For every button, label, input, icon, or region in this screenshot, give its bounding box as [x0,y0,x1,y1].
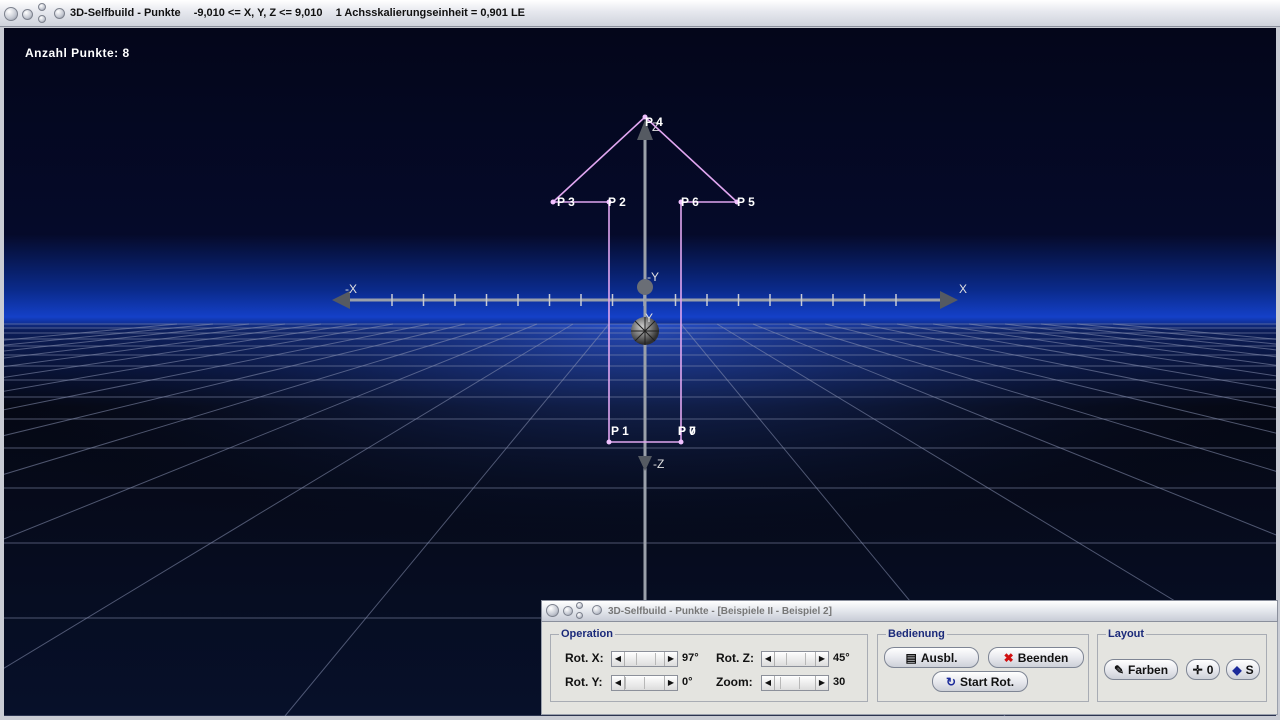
rot-y-value: 0° [682,676,693,688]
rot-x-label: Rot. X: [565,651,604,665]
beenden-button-label: Beenden [1017,650,1069,665]
x-pos-arrow-icon [940,291,958,309]
point-label-5: P 5 [737,195,755,209]
control-title-bar: 3D-Selfbuild - Punkte - [Beispiele II - … [541,600,1278,622]
s-button-label: S [1245,662,1254,677]
point-label-4: P 4 [645,115,663,129]
point-marker-1 [606,439,612,445]
zoom-left-arrow-icon[interactable]: ◀ [762,676,775,690]
maximize-orb-icon[interactable] [38,3,46,11]
zoom-value: 30 [833,676,846,688]
control-app-icon [592,605,602,615]
zoom-thumb[interactable] [780,677,800,689]
hide-icon: ▤ [905,650,917,665]
ausbl-button-label: Ausbl. [920,650,958,665]
y-neg-label: -Y [647,270,659,284]
zero-button[interactable]: ✛ 0 [1186,659,1220,680]
title-range: -9,010 <= X, Y, Z <= 9,010 [193,7,323,19]
title-scale: 1 Achsskalierungseinheit = 0,901 LE [335,7,526,19]
beenden-button[interactable]: ✖ Beenden [988,647,1084,668]
crosshair-icon: ✛ [1192,662,1203,677]
rot-x-slider[interactable]: ◀ ▶ [611,651,678,667]
control-panel: Operation Rot. X: ◀ ▶ 97° Rot. Y: ◀ ▶ 0°… [541,622,1278,715]
s-button[interactable]: ◆ S [1226,659,1260,680]
rot-x-thumb[interactable] [636,653,656,665]
point-count-label: Anzahl Punkte: 8 [25,46,130,60]
point-marker-7 [678,439,684,445]
control-close-orb-icon[interactable] [576,612,583,619]
rot-y-thumb[interactable] [625,677,645,689]
rot-z-slider[interactable]: ◀ ▶ [761,651,829,667]
rot-y-slider[interactable]: ◀ ▶ [611,675,678,691]
zero-button-label: 0 [1206,662,1214,677]
z-neg-label: -Z [653,457,664,471]
control-maximize-orb-icon[interactable] [576,602,583,609]
zoom-right-arrow-icon[interactable]: ▶ [815,676,828,690]
zoom-slider[interactable]: ◀ ▶ [761,675,829,691]
close-x-icon: ✖ [1003,650,1014,665]
eraser-icon: ◆ [1232,662,1242,677]
point-label-6: P 6 [681,195,699,209]
rot-z-value: 45° [833,652,850,664]
window-title-bar: 3D-Selfbuild - Punkte -9,010 <= X, Y, Z … [0,0,1280,27]
app-icon [54,8,65,19]
point-marker-3 [550,199,556,205]
rot-z-right-arrow-icon[interactable]: ▶ [815,652,828,666]
operation-group-label: Operation [559,628,615,640]
x-neg-label: -X [345,282,357,296]
y-pos-label: Y [645,311,653,325]
ausbl-button[interactable]: ▤ Ausbl. [884,647,979,668]
rot-y-right-arrow-icon[interactable]: ▶ [664,676,677,690]
zoom-label: Zoom: [716,675,753,689]
window-menu-orb-icon[interactable] [4,7,18,21]
point-label-3: P 3 [557,195,575,209]
rot-y-label: Rot. Y: [565,675,603,689]
rot-x-left-arrow-icon[interactable]: ◀ [612,652,625,666]
close-orb-icon[interactable] [38,15,46,23]
control-menu-orb-icon[interactable] [546,604,559,617]
point-label-2: P 2 [608,195,626,209]
control-minimize-orb-icon[interactable] [563,606,573,616]
start-rot-button-label: Start Rot. [960,674,1015,689]
rotate-icon: ↻ [945,674,957,689]
rot-z-thumb[interactable] [786,653,806,665]
farben-button[interactable]: ✎ Farben [1104,659,1178,680]
x-pos-label: X [959,282,967,296]
brush-icon: ✎ [1113,662,1125,677]
operation-group: Operation Rot. X: ◀ ▶ 97° Rot. Y: ◀ ▶ 0°… [550,628,868,702]
rot-y-left-arrow-icon[interactable]: ◀ [612,676,625,690]
farben-button-label: Farben [1128,662,1169,677]
rot-x-right-arrow-icon[interactable]: ▶ [664,652,677,666]
bedienung-group-label: Bedienung [886,628,947,640]
control-title: 3D-Selfbuild - Punkte - [Beispiele II - … [608,606,832,617]
start-rot-button[interactable]: ↻ Start Rot. [932,671,1028,692]
title-app: 3D-Selfbuild - Punkte [70,7,181,19]
layout-group-label: Layout [1106,628,1147,640]
point-label-0: P 0 [678,424,696,438]
rot-z-left-arrow-icon[interactable]: ◀ [762,652,775,666]
rot-x-value: 97° [682,652,699,664]
point-label-1: P 1 [611,424,629,438]
bedienung-group: Bedienung ▤ Ausbl. ✖ Beenden ↻ Start Rot… [877,628,1089,702]
rot-z-label: Rot. Z: [716,651,754,665]
window-title: 3D-Selfbuild - Punkte -9,010 <= X, Y, Z … [70,7,535,19]
layout-group: Layout ✎ Farben ✛ 0 ◆ S [1097,628,1267,702]
minimize-orb-icon[interactable] [22,9,33,20]
